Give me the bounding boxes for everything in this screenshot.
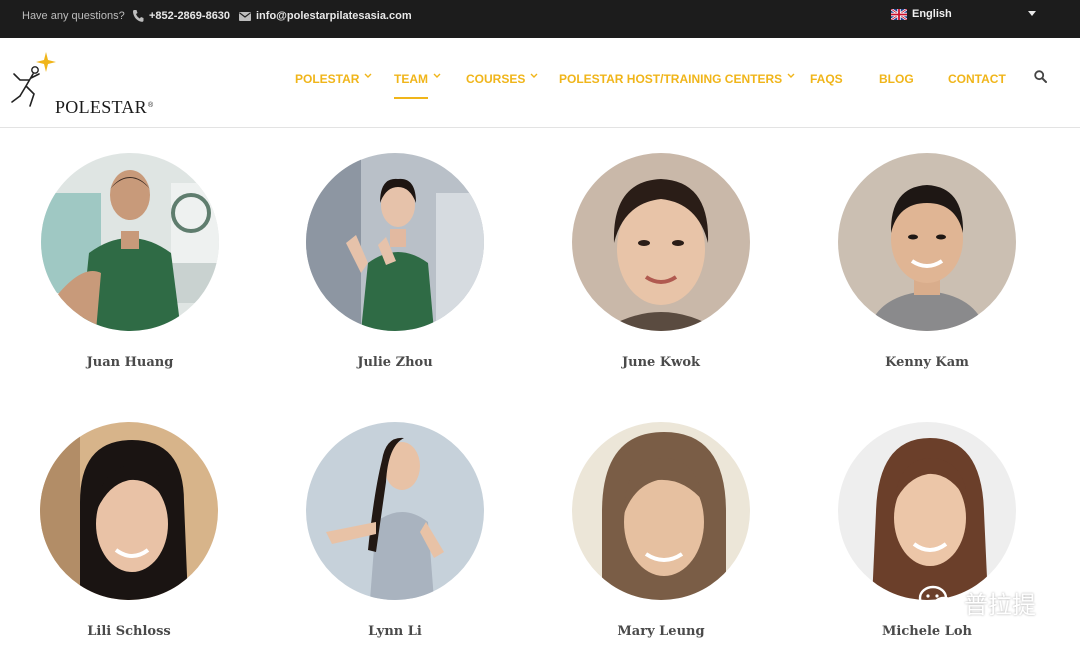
nav-polestar[interactable]: POLESTAR bbox=[295, 71, 372, 87]
uk-flag-icon bbox=[891, 8, 907, 20]
nav-label: COURSES bbox=[466, 72, 526, 86]
portrait-image bbox=[40, 422, 218, 600]
nav-label: POLESTAR bbox=[295, 72, 360, 86]
logo-wordmark: POLESTAR bbox=[55, 97, 147, 117]
search-icon[interactable] bbox=[1034, 70, 1047, 83]
member-photo[interactable] bbox=[572, 422, 750, 600]
phone-link[interactable]: +852-2869-8630 bbox=[149, 10, 230, 22]
team-member-card[interactable]: Kenny Kam bbox=[838, 153, 1016, 383]
phone-icon bbox=[133, 10, 144, 22]
nav-label: TEAM bbox=[394, 72, 428, 86]
team-member-card[interactable]: Julie Zhou bbox=[306, 153, 484, 383]
watermark: 普拉提 bbox=[918, 582, 1048, 622]
team-member-card[interactable]: Juan Huang bbox=[41, 153, 219, 383]
member-name[interactable]: Lynn Li bbox=[306, 624, 484, 639]
team-member-card[interactable]: June Kwok bbox=[572, 153, 750, 383]
member-name[interactable]: Lili Schloss bbox=[40, 624, 218, 639]
member-photo[interactable] bbox=[838, 422, 1016, 600]
portrait-image bbox=[838, 422, 1016, 600]
nav-contact[interactable]: CONTACT bbox=[948, 71, 1006, 87]
polestar-logo[interactable]: POLESTAR ® bbox=[8, 50, 168, 117]
portrait-image bbox=[572, 422, 750, 600]
question-text: Have any questions? bbox=[22, 10, 125, 22]
watermark-text: 普拉提 bbox=[964, 590, 1036, 619]
nav-host-training-centers[interactable]: POLESTAR HOST/TRAINING CENTERS bbox=[559, 71, 795, 87]
chevron-down-icon bbox=[433, 73, 441, 78]
portrait-image bbox=[306, 153, 484, 331]
top-contact-bar: Have any questions? +852-2869-8630 info@… bbox=[0, 0, 1080, 38]
member-photo[interactable] bbox=[838, 153, 1016, 331]
registered-mark: ® bbox=[148, 102, 154, 109]
nav-label: CONTACT bbox=[948, 72, 1006, 86]
wechat-icon bbox=[918, 585, 957, 618]
portrait-image bbox=[572, 153, 750, 331]
portrait-image bbox=[838, 153, 1016, 331]
portrait-image bbox=[306, 422, 484, 600]
site-header: POLESTAR ® POLESTAR TEAM COURSES POLESTA… bbox=[0, 38, 1080, 128]
member-photo[interactable] bbox=[572, 153, 750, 331]
team-member-card[interactable]: Lynn Li bbox=[306, 422, 484, 652]
member-name[interactable]: June Kwok bbox=[572, 355, 750, 370]
nav-faqs[interactable]: FAQS bbox=[810, 71, 843, 87]
member-photo[interactable] bbox=[306, 153, 484, 331]
portrait-image bbox=[41, 153, 219, 331]
nav-label: BLOG bbox=[879, 72, 914, 86]
language-label: English bbox=[912, 8, 952, 20]
chevron-down-icon bbox=[787, 73, 795, 78]
member-photo[interactable] bbox=[41, 153, 219, 331]
member-name[interactable]: Kenny Kam bbox=[838, 355, 1016, 370]
nav-team[interactable]: TEAM bbox=[394, 71, 441, 87]
team-member-card[interactable]: Lili Schloss bbox=[40, 422, 218, 652]
nav-label: POLESTAR HOST/TRAINING CENTERS bbox=[559, 72, 783, 86]
member-name[interactable]: Juan Huang bbox=[41, 355, 219, 370]
nav-label: FAQS bbox=[810, 72, 843, 86]
email-link[interactable]: info@polestarpilatesasia.com bbox=[256, 10, 412, 22]
member-name[interactable]: Julie Zhou bbox=[306, 355, 484, 370]
nav-courses[interactable]: COURSES bbox=[466, 71, 538, 87]
member-name[interactable]: Michele Loh bbox=[838, 624, 1016, 639]
caret-down-icon[interactable] bbox=[1028, 11, 1036, 17]
nav-blog[interactable]: BLOG bbox=[879, 71, 914, 87]
team-member-card[interactable]: Mary Leung bbox=[572, 422, 750, 652]
member-photo[interactable] bbox=[306, 422, 484, 600]
chevron-down-icon bbox=[364, 73, 372, 78]
member-name[interactable]: Mary Leung bbox=[572, 624, 750, 639]
runner-star-icon bbox=[11, 52, 56, 107]
active-nav-indicator bbox=[394, 97, 428, 99]
language-selector[interactable]: English bbox=[891, 6, 952, 22]
chevron-down-icon bbox=[530, 73, 538, 78]
mail-icon bbox=[239, 12, 251, 21]
member-photo[interactable] bbox=[40, 422, 218, 600]
